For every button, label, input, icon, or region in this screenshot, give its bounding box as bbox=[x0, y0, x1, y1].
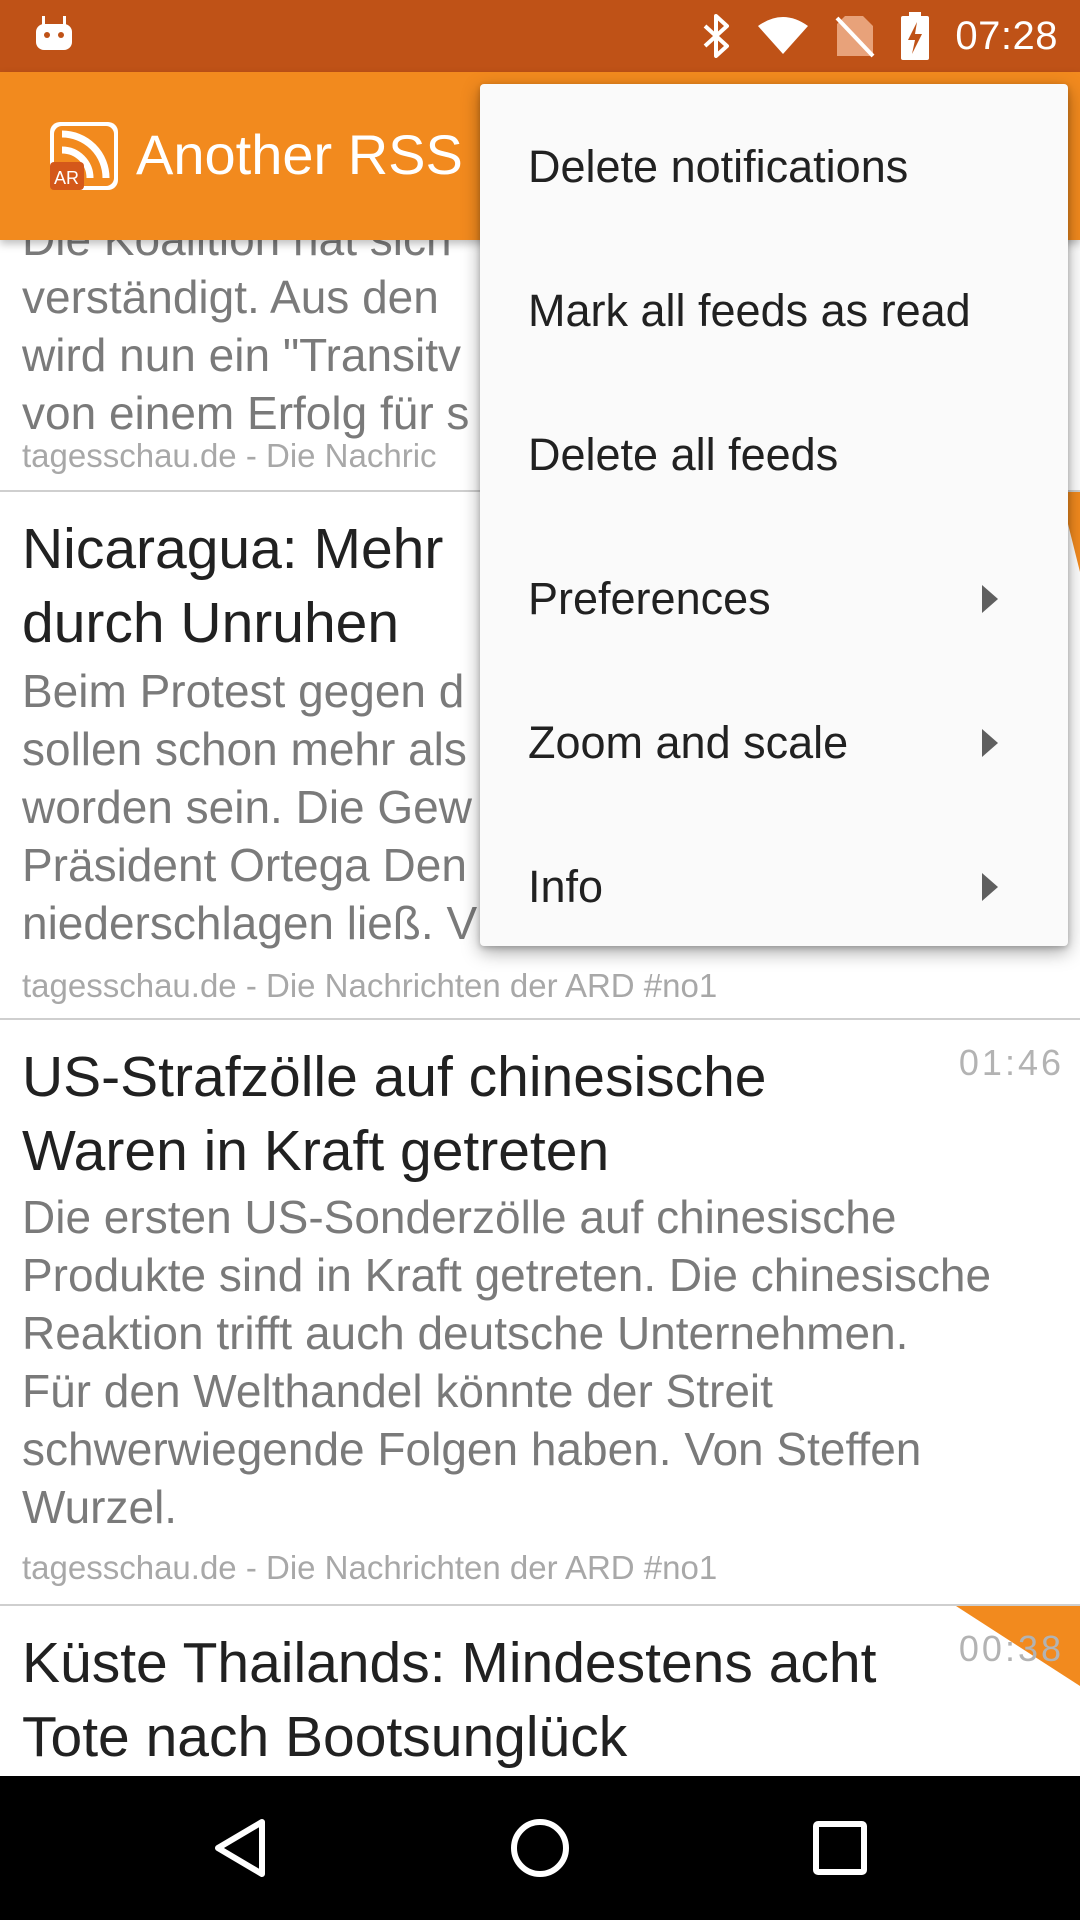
menu-item-label: Delete all feeds bbox=[528, 429, 839, 480]
recents-icon[interactable] bbox=[804, 1812, 876, 1884]
feed-item[interactable]: 01:46 US-Strafzölle auf chinesische Ware… bbox=[0, 1020, 1080, 1606]
feed-item-time: 01:46 bbox=[958, 1042, 1064, 1083]
status-bar: 07:28 bbox=[0, 0, 1080, 72]
status-time: 07:28 bbox=[955, 13, 1058, 58]
feed-item-headline: Küste Thailands: Mindestens acht Tote na… bbox=[22, 1631, 877, 1769]
menu-item-info[interactable]: Info bbox=[480, 815, 1068, 959]
menu-item-label: Delete notifications bbox=[528, 141, 909, 192]
submenu-arrow-icon bbox=[982, 873, 998, 901]
app-title: Another RSS bbox=[136, 123, 463, 186]
menu-item-mark-all-read[interactable]: Mark all feeds as read bbox=[480, 239, 1068, 383]
menu-item-label: Preferences bbox=[528, 573, 771, 624]
feed-item-source: tagesschau.de - Die Nachrichten der ARD … bbox=[22, 967, 718, 1004]
menu-item-delete-notifications[interactable]: Delete notifications bbox=[480, 95, 1068, 239]
menu-item-label: Mark all feeds as read bbox=[528, 285, 971, 336]
no-sim-icon bbox=[835, 16, 875, 58]
submenu-arrow-icon bbox=[982, 729, 998, 757]
battery-charging-icon bbox=[901, 12, 930, 60]
menu-item-delete-all-feeds[interactable]: Delete all feeds bbox=[480, 383, 1068, 527]
rss-logo-icon: AR bbox=[50, 122, 118, 190]
menu-item-label: Info bbox=[528, 861, 604, 912]
feed-item[interactable]: 00:38 Küste Thailands: Mindestens acht T… bbox=[0, 1606, 1080, 1776]
wifi-icon bbox=[758, 17, 809, 54]
overflow-menu: Delete notifications Mark all feeds as r… bbox=[480, 84, 1068, 946]
feed-item-summary: Die ersten US-Sonderzölle auf chinesisch… bbox=[22, 1191, 992, 1533]
menu-item-zoom-and-scale[interactable]: Zoom and scale bbox=[480, 671, 1068, 815]
menu-item-preferences[interactable]: Preferences bbox=[480, 527, 1068, 671]
submenu-arrow-icon bbox=[982, 585, 998, 613]
navigation-bar bbox=[0, 1776, 1080, 1920]
menu-item-label: Zoom and scale bbox=[528, 717, 849, 768]
android-icon bbox=[36, 16, 72, 50]
bluetooth-icon bbox=[704, 14, 730, 58]
home-icon[interactable] bbox=[504, 1812, 576, 1884]
feed-item-source: tagesschau.de - Die Nachrichten der ARD … bbox=[22, 1549, 718, 1586]
back-icon[interactable] bbox=[204, 1812, 276, 1884]
feed-item-headline: US-Strafzölle auf chinesische Waren in K… bbox=[22, 1045, 767, 1183]
logo-text: AR bbox=[54, 168, 79, 188]
screen: 07:28 AR Another RSS Die Koalition hat s… bbox=[0, 0, 1080, 1920]
